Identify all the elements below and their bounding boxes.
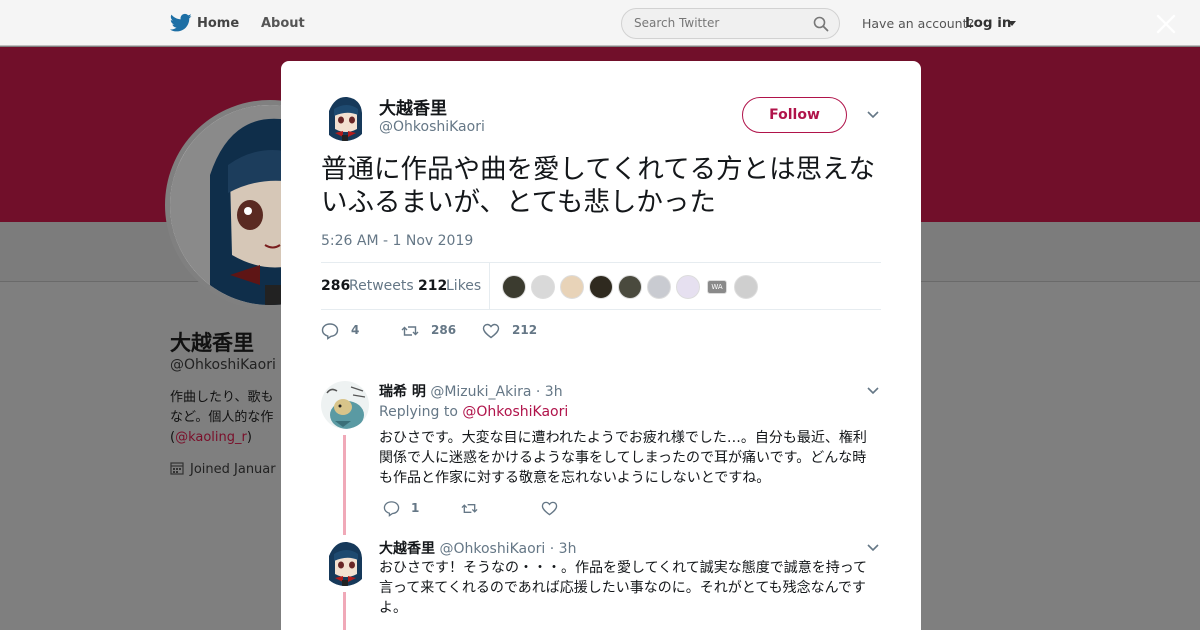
likes-count[interactable]: 212 (418, 278, 447, 294)
follow-button[interactable]: Follow (742, 97, 847, 133)
profile-handle: @OhkoshiKaori (170, 357, 276, 373)
calendar-icon (170, 462, 184, 475)
profile-name: 大越香里 (170, 331, 254, 355)
profile-joined-text: Joined Januar (190, 462, 276, 477)
heart-icon (482, 323, 500, 339)
reply-text: おひさです！そうなの・・・。作品を愛してくれて誠実な態度で誠意を持って言って来て… (379, 560, 868, 616)
avatar-illustration (321, 538, 369, 586)
tweet-author-handle[interactable]: @OhkoshiKaori (379, 119, 485, 135)
twitter-bird-icon[interactable] (170, 13, 192, 33)
have-account-text: Have an account? (862, 16, 975, 31)
retweets-count[interactable]: 286 (321, 278, 350, 294)
tweet-timestamp[interactable]: 5:26 AM - 1 Nov 2019 (321, 233, 473, 249)
reply-header: 瑞希 明 @Mizuki_Akira · 3h (379, 381, 563, 401)
reply-author-name[interactable]: 大越香里 (379, 541, 435, 557)
liker-avatar[interactable] (618, 275, 642, 299)
reply-count: 1 (411, 501, 420, 515)
reply-tweet[interactable]: 瑞希 明 @Mizuki_Akira · 3h Replying to @Ohk… (321, 381, 891, 535)
profile-bio: 作曲したり、歌も など。個人的な作 (@kaoling_r) (170, 388, 282, 448)
like-button[interactable] (541, 500, 558, 521)
tweet-author-name[interactable]: 大越香里 (379, 94, 447, 119)
retweet-icon (461, 504, 478, 513)
replying-to-prefix: Replying to (379, 404, 458, 420)
nav-about-link[interactable]: About (261, 16, 305, 31)
retweet-icon (401, 326, 419, 336)
search-placeholder: Search Twitter (634, 16, 720, 30)
avatar-illustration (321, 93, 369, 141)
reply-count: 4 (351, 323, 360, 337)
liker-avatar[interactable] (589, 275, 613, 299)
reply-header: 大越香里 @OhkoshiKaori · 3h (379, 538, 576, 558)
chevron-down-icon[interactable] (1008, 21, 1016, 26)
reply-icon (383, 501, 400, 517)
retweet-count: 286 (431, 323, 457, 337)
thread-connector-line (343, 592, 346, 630)
chevron-down-icon[interactable] (866, 543, 880, 553)
nav-home-link[interactable]: Home (197, 16, 239, 31)
login-link[interactable]: Log in (965, 15, 1011, 31)
chevron-down-icon[interactable] (866, 110, 880, 120)
search-icon[interactable] (813, 16, 829, 32)
reply-author-avatar[interactable] (321, 381, 369, 429)
like-count: 212 (512, 323, 538, 337)
liker-avatar[interactable] (560, 275, 584, 299)
tweet-text: 普通に作品や曲を愛してくれてる方とは思えないふるまいが、とても悲しかった (321, 154, 876, 218)
profile-bio-line: など。個人的な作 (170, 410, 274, 425)
liker-avatar[interactable]: WA (707, 280, 727, 294)
thread-connector-line (343, 435, 346, 535)
reply-author-handle[interactable]: @Mizuki_Akira (430, 384, 531, 400)
reply-text: おひさです。大変な目に遭われたようでお疲れ様でした…。自分も最近、権利関係で人に… (379, 430, 867, 486)
profile-bio-line: 作曲したり、歌も (170, 390, 274, 405)
top-navigation-bar: Home About Search Twitter Have an accoun… (0, 0, 1200, 46)
retweet-button[interactable] (461, 500, 478, 521)
reply-button[interactable]: 1 (383, 500, 419, 521)
tweet-author-avatar[interactable] (321, 93, 369, 141)
search-input[interactable]: Search Twitter (621, 8, 840, 39)
reply-author-name[interactable]: 瑞希 明 (379, 384, 426, 400)
reply-tweet[interactable]: 大越香里 @OhkoshiKaori · 3h おひさです！そうなの・・・。作品… (321, 538, 891, 630)
close-icon[interactable] (1154, 12, 1178, 36)
retweets-label[interactable]: Retweets (349, 278, 414, 294)
stats-divider (489, 263, 490, 309)
replying-to: Replying to @OhkoshiKaori (379, 404, 568, 420)
likes-label[interactable]: Likes (446, 278, 481, 294)
reply-time[interactable]: · 3h (550, 541, 577, 557)
tweet-stats: 286 Retweets 212 Likes WA (321, 262, 881, 310)
heart-icon (541, 501, 558, 516)
profile-bio-line: (@kaoling_r) (170, 430, 252, 445)
reply-author-avatar[interactable] (321, 538, 369, 586)
profile-bio-link[interactable]: @kaoling_r (175, 430, 247, 445)
replying-to-link[interactable]: @OhkoshiKaori (462, 404, 568, 420)
profile-joined: Joined Januar (170, 461, 282, 477)
tweet-modal: 大越香里 @OhkoshiKaori Follow 普通に作品や曲を愛してくれて… (281, 61, 921, 630)
chevron-down-icon[interactable] (866, 386, 880, 396)
liker-avatar[interactable] (647, 275, 671, 299)
liker-avatar[interactable] (734, 275, 758, 299)
liker-avatar[interactable] (676, 275, 700, 299)
reply-icon (321, 323, 339, 340)
liker-avatar[interactable] (531, 275, 555, 299)
liker-avatar[interactable] (502, 275, 526, 299)
reply-author-handle[interactable]: @OhkoshiKaori (439, 541, 545, 557)
reply-time[interactable]: · 3h (536, 384, 563, 400)
avatar-illustration (321, 381, 369, 429)
